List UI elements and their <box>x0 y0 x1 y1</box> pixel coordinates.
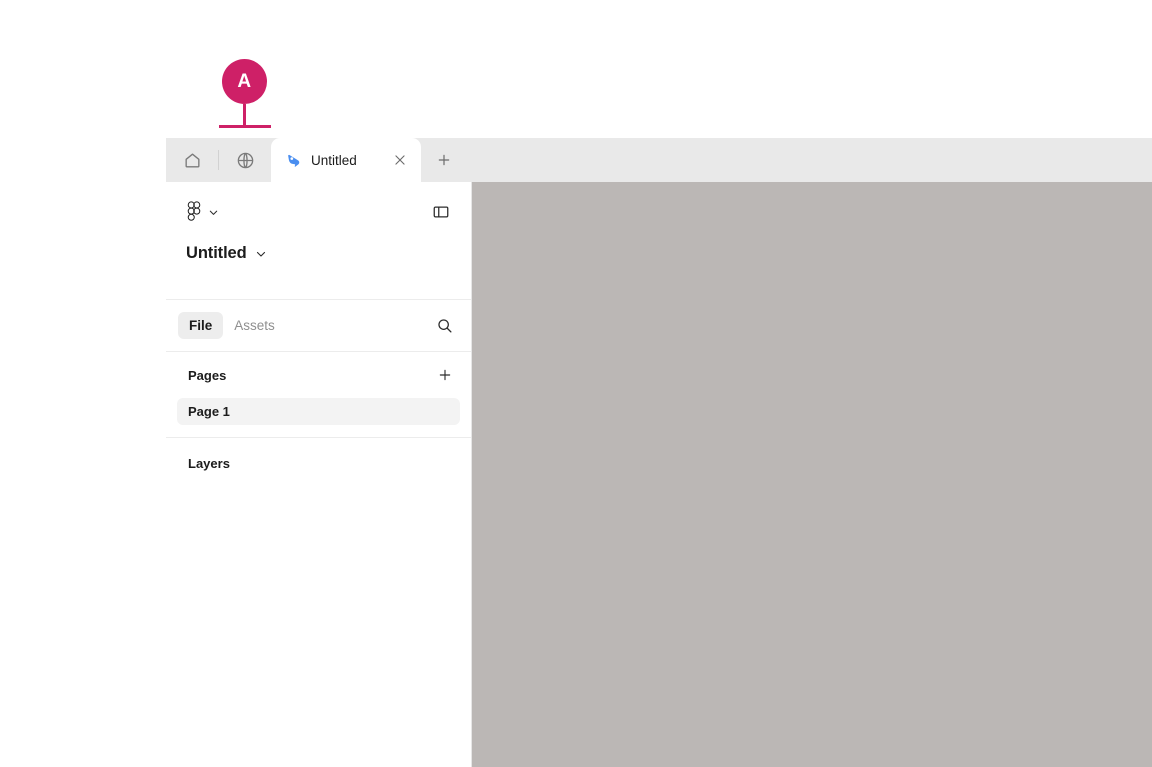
tab-assets-label: Assets <box>234 318 275 333</box>
browser-tab-title: Untitled <box>311 152 357 168</box>
plus-icon <box>436 152 452 168</box>
design-sidebar: Untitled File Assets Pages Page 1 Layers <box>166 182 472 767</box>
tab-assets[interactable]: Assets <box>223 312 286 339</box>
home-icon <box>183 151 202 170</box>
globe-icon <box>236 151 255 170</box>
sidebar-tabs: File Assets <box>166 300 471 352</box>
search-icon <box>436 317 453 334</box>
annotation-stem <box>243 104 246 126</box>
home-button[interactable] <box>166 138 218 182</box>
chevron-down-icon <box>208 207 219 218</box>
add-page-button[interactable] <box>432 362 458 388</box>
panel-toggle-button[interactable] <box>427 198 455 226</box>
page-list-item-page-1[interactable]: Page 1 <box>177 398 460 425</box>
main-menu-button[interactable] <box>182 199 223 225</box>
panel-left-toggle-icon <box>432 203 450 221</box>
chevron-down-icon <box>255 248 267 260</box>
new-tab-button[interactable] <box>421 138 467 182</box>
plus-icon <box>437 367 453 383</box>
design-canvas[interactable] <box>472 182 1152 767</box>
globe-button[interactable] <box>219 138 271 182</box>
tab-close-button[interactable] <box>388 148 412 172</box>
application-window: Untitled Untitled File Assets Pages Page… <box>166 138 1152 767</box>
tab-file[interactable]: File <box>178 312 224 339</box>
sidebar-header: Untitled <box>166 182 471 300</box>
file-name-button[interactable]: Untitled <box>182 242 271 265</box>
layers-title: Layers <box>188 455 230 471</box>
application-body: Untitled File Assets Pages Page 1 Layers <box>166 182 1152 767</box>
pages-section: Pages Page 1 <box>166 352 471 438</box>
layers-header: Layers <box>166 438 471 488</box>
browser-tab-untitled[interactable]: Untitled <box>271 138 421 182</box>
annotation-badge: A <box>222 59 267 104</box>
pages-header: Pages <box>166 352 471 398</box>
browser-tab-strip: Untitled <box>166 138 1152 182</box>
figma-logo-icon <box>186 201 202 223</box>
layers-section: Layers <box>166 438 471 767</box>
annotation-badge-label: A <box>237 70 252 92</box>
file-name-label: Untitled <box>186 244 247 262</box>
pages-title: Pages <box>188 367 227 383</box>
annotation-baseline <box>219 125 271 128</box>
page-list-item-label: Page 1 <box>188 404 230 419</box>
sidebar-header-row <box>182 198 455 226</box>
tab-file-label: File <box>189 318 213 333</box>
search-button[interactable] <box>430 312 458 340</box>
penpot-logo-icon <box>285 152 302 169</box>
